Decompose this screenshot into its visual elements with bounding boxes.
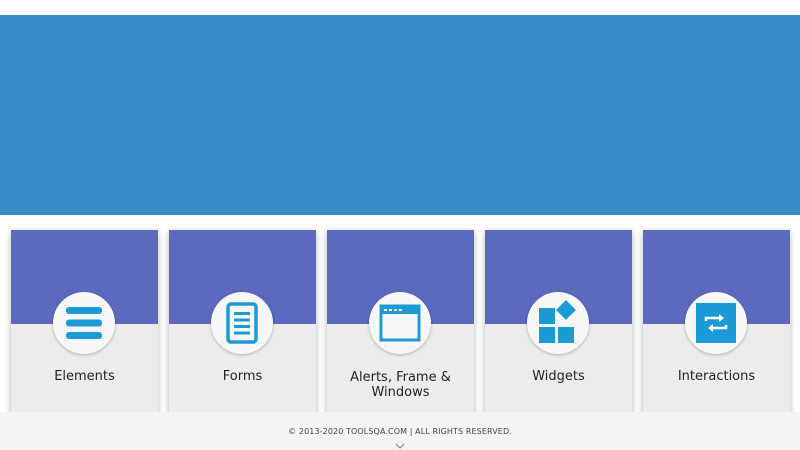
- card-alerts-frame-windows[interactable]: Alerts, Frame & Windows: [327, 230, 474, 420]
- card-elements[interactable]: Elements: [11, 230, 158, 420]
- card-interactions[interactable]: Interactions: [643, 230, 790, 420]
- chevron-down-icon[interactable]: [395, 442, 405, 450]
- card-label: Widgets: [532, 369, 585, 384]
- card-forms[interactable]: Forms: [169, 230, 316, 420]
- card-label: Elements: [54, 369, 115, 384]
- copyright-text: © 2013-2020 TOOLSQA.COM | ALL RIGHTS RES…: [288, 427, 512, 436]
- hero-banner: [0, 15, 800, 215]
- document-icon: [226, 302, 258, 344]
- browser-window-icon: [379, 304, 421, 342]
- card-icon-ring: [527, 292, 589, 354]
- card-widgets[interactable]: Widgets: [485, 230, 632, 420]
- card-label: Forms: [222, 369, 263, 384]
- widgets-icon: [539, 300, 576, 343]
- footer: © 2013-2020 TOOLSQA.COM | ALL RIGHTS RES…: [0, 412, 800, 450]
- card-icon-ring: [211, 292, 273, 354]
- repeat-arrows-icon: [696, 303, 736, 343]
- card-label: Alerts, Frame & Windows: [350, 370, 451, 400]
- card-label: Interactions: [677, 369, 756, 384]
- card-icon-ring: [369, 292, 431, 354]
- menu-lines-icon: [66, 307, 102, 339]
- card-icon-ring: [53, 292, 115, 354]
- top-strip: [0, 0, 800, 15]
- category-cards: Elements Forms Alerts, Frame & Windows W…: [0, 230, 800, 420]
- card-icon-ring: [685, 292, 747, 354]
